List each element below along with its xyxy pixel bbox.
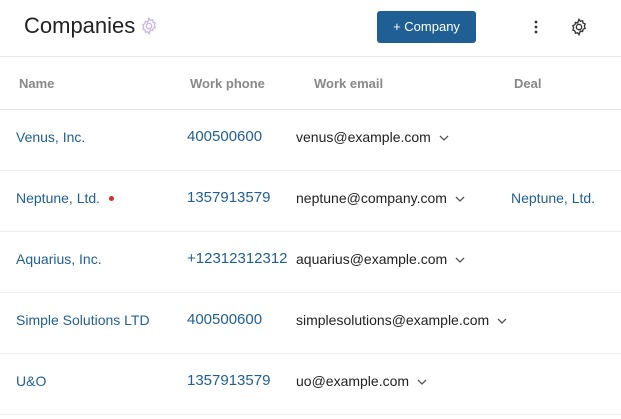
work-phone-link[interactable]: 1357913579 — [187, 372, 270, 389]
work-phone-link[interactable]: 400500600 — [187, 128, 262, 145]
column-header-work-email[interactable]: Work email — [314, 76, 383, 91]
more-vertical-icon[interactable] — [528, 17, 544, 37]
company-name-link[interactable]: Simple Solutions LTD — [16, 312, 150, 328]
company-name-link[interactable]: Venus, Inc. — [16, 129, 85, 145]
table-row: Venus, Inc. 400500600 venus@example.com — [0, 110, 621, 171]
chevron-down-icon — [455, 257, 465, 264]
chevron-down-icon — [497, 318, 507, 325]
company-name: Aquarius, Inc. — [16, 251, 102, 267]
work-email: neptune@company.com — [296, 190, 447, 206]
column-header-deal[interactable]: Deal — [514, 76, 541, 91]
table-row: Simple Solutions LTD 400500600 simplesolut… — [0, 293, 621, 354]
work-email-dropdown[interactable]: uo@example.com — [296, 373, 427, 389]
company-name: Simple Solutions LTD — [16, 312, 150, 328]
work-phone-link[interactable]: 1357913579 — [187, 189, 270, 206]
deal-link[interactable]: Neptune, Ltd. — [511, 190, 595, 206]
work-email: aquarius@example.com — [296, 251, 448, 267]
work-email-dropdown[interactable]: aquarius@example.com — [296, 251, 465, 267]
chevron-down-icon — [417, 379, 427, 386]
chevron-down-icon — [439, 135, 449, 142]
company-name: U&O — [16, 373, 47, 389]
table-row: U&O 1357913579 uo@example.com — [0, 354, 621, 415]
company-name: Venus, Inc. — [16, 129, 86, 145]
work-email-dropdown[interactable]: venus@example.com — [296, 129, 449, 145]
column-header-name[interactable]: Name — [19, 76, 54, 91]
work-email: venus@example.com — [296, 129, 431, 145]
page-header: Companies + Company — [0, 0, 621, 57]
work-email: simplesolutions@example.com — [296, 312, 490, 328]
work-email-dropdown[interactable]: neptune@company.com — [296, 190, 465, 206]
work-email: uo@example.com — [296, 373, 410, 389]
column-header-work-phone[interactable]: Work phone — [190, 76, 265, 91]
company-name-link[interactable]: Aquarius, Inc. — [16, 251, 102, 267]
add-company-button[interactable]: + Company — [377, 11, 476, 43]
company-name: Neptune, Ltd. — [16, 190, 101, 206]
company-name-link[interactable]: Neptune, Ltd. — [16, 190, 115, 206]
work-phone-link[interactable]: +12312312312 — [187, 250, 288, 267]
table-header: Name Work phone Work email Deal — [0, 58, 621, 110]
work-phone-link[interactable]: 400500600 — [187, 311, 262, 328]
red-dot-indicator — [109, 195, 115, 201]
gear-icon[interactable] — [569, 17, 589, 37]
company-name-link[interactable]: U&O — [16, 373, 46, 389]
chevron-down-icon — [455, 196, 465, 203]
table-row: Neptune, Ltd. 1357913579 neptune@company.c… — [0, 171, 621, 232]
gear-icon[interactable] — [139, 16, 159, 36]
table-row: Aquarius, Inc. +12312312312 aquarius@examp… — [0, 232, 621, 293]
work-email-dropdown[interactable]: simplesolutions@example.com — [296, 312, 507, 328]
page-title: Companies — [24, 13, 136, 38]
